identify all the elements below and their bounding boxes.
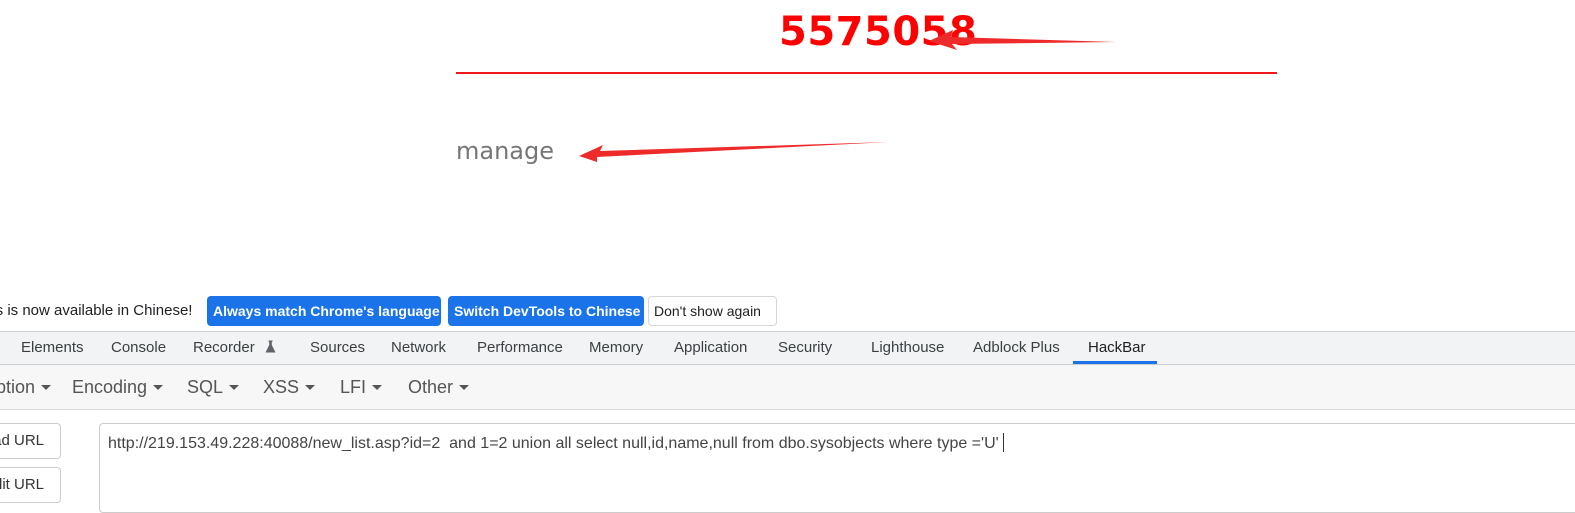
annotation-arrows: [579, 30, 1116, 162]
tab-lighthouse[interactable]: Lighthouse: [871, 332, 944, 364]
flask-icon: [265, 340, 276, 353]
tab-elements[interactable]: Elements: [21, 332, 84, 364]
tab-memory[interactable]: Memory: [589, 332, 643, 364]
hackbar-menu-xss[interactable]: XSS: [263, 365, 316, 409]
caret-down-icon: [153, 385, 164, 390]
hackbar-menu: ption Encoding SQL XSS LFI Other: [0, 365, 1575, 410]
devtools-language-infobar: ols is now available in Chinese! Always …: [0, 296, 1575, 331]
infobar-message: ols is now available in Chinese!: [0, 302, 193, 319]
caret-down-icon: [305, 385, 316, 390]
hackbar-menu-sql[interactable]: SQL: [187, 365, 240, 409]
url-text: http://219.153.49.228:40088/new_list.asp…: [108, 435, 999, 452]
tab-performance[interactable]: Performance: [477, 332, 563, 364]
hackbar-menu-xss-label: XSS: [263, 377, 300, 397]
annotation-arrow-manage: [579, 142, 889, 162]
devtools-tab-strip: Elements Console Recorder Sources Networ…: [0, 331, 1575, 365]
tab-recorder-label: Recorder: [193, 339, 255, 356]
tab-network[interactable]: Network: [391, 332, 446, 364]
hackbar-menu-encoding[interactable]: Encoding: [72, 365, 164, 409]
tab-security[interactable]: Security: [778, 332, 832, 364]
caret-down-icon: [229, 385, 240, 390]
caret-down-icon: [459, 385, 470, 390]
active-tab-indicator: [1073, 361, 1157, 364]
tab-console[interactable]: Console: [111, 332, 166, 364]
caret-down-icon: [41, 385, 52, 390]
tab-hackbar[interactable]: HackBar: [1088, 332, 1146, 364]
tab-sources[interactable]: Sources: [310, 332, 365, 364]
hackbar-menu-encoding-label: Encoding: [72, 377, 148, 397]
hackbar-menu-lfi[interactable]: LFI: [340, 365, 383, 409]
hackbar-menu-sql-label: SQL: [187, 377, 224, 397]
always-match-language-button[interactable]: Always match Chrome's language: [207, 296, 441, 326]
hackbar-menu-other[interactable]: Other: [408, 365, 470, 409]
hackbar-panel: ad URL lit URL http://219.153.49.228:400…: [0, 410, 1575, 513]
split-url-button[interactable]: lit URL: [0, 467, 61, 503]
url-textarea[interactable]: http://219.153.49.228:40088/new_list.asp…: [99, 423, 1575, 513]
web-page-content: 5575058 manage: [0, 0, 1575, 296]
load-url-button[interactable]: ad URL: [0, 423, 61, 459]
hackbar-menu-lfi-label: LFI: [340, 377, 367, 397]
hackbar-menu-option[interactable]: ption: [0, 365, 52, 409]
switch-devtools-chinese-button[interactable]: Switch DevTools to Chinese: [448, 296, 644, 326]
hackbar-menu-other-label: Other: [408, 377, 454, 397]
annotation-arrow-number: [929, 30, 1116, 50]
hackbar-menu-option-label: ption: [0, 377, 36, 397]
text-cursor: [1002, 433, 1004, 452]
tab-adblock-plus[interactable]: Adblock Plus: [973, 332, 1060, 364]
caret-down-icon: [372, 385, 383, 390]
tab-recorder[interactable]: Recorder: [193, 332, 276, 364]
dont-show-again-button[interactable]: Don't show again: [648, 296, 777, 326]
tab-application[interactable]: Application: [674, 332, 747, 364]
